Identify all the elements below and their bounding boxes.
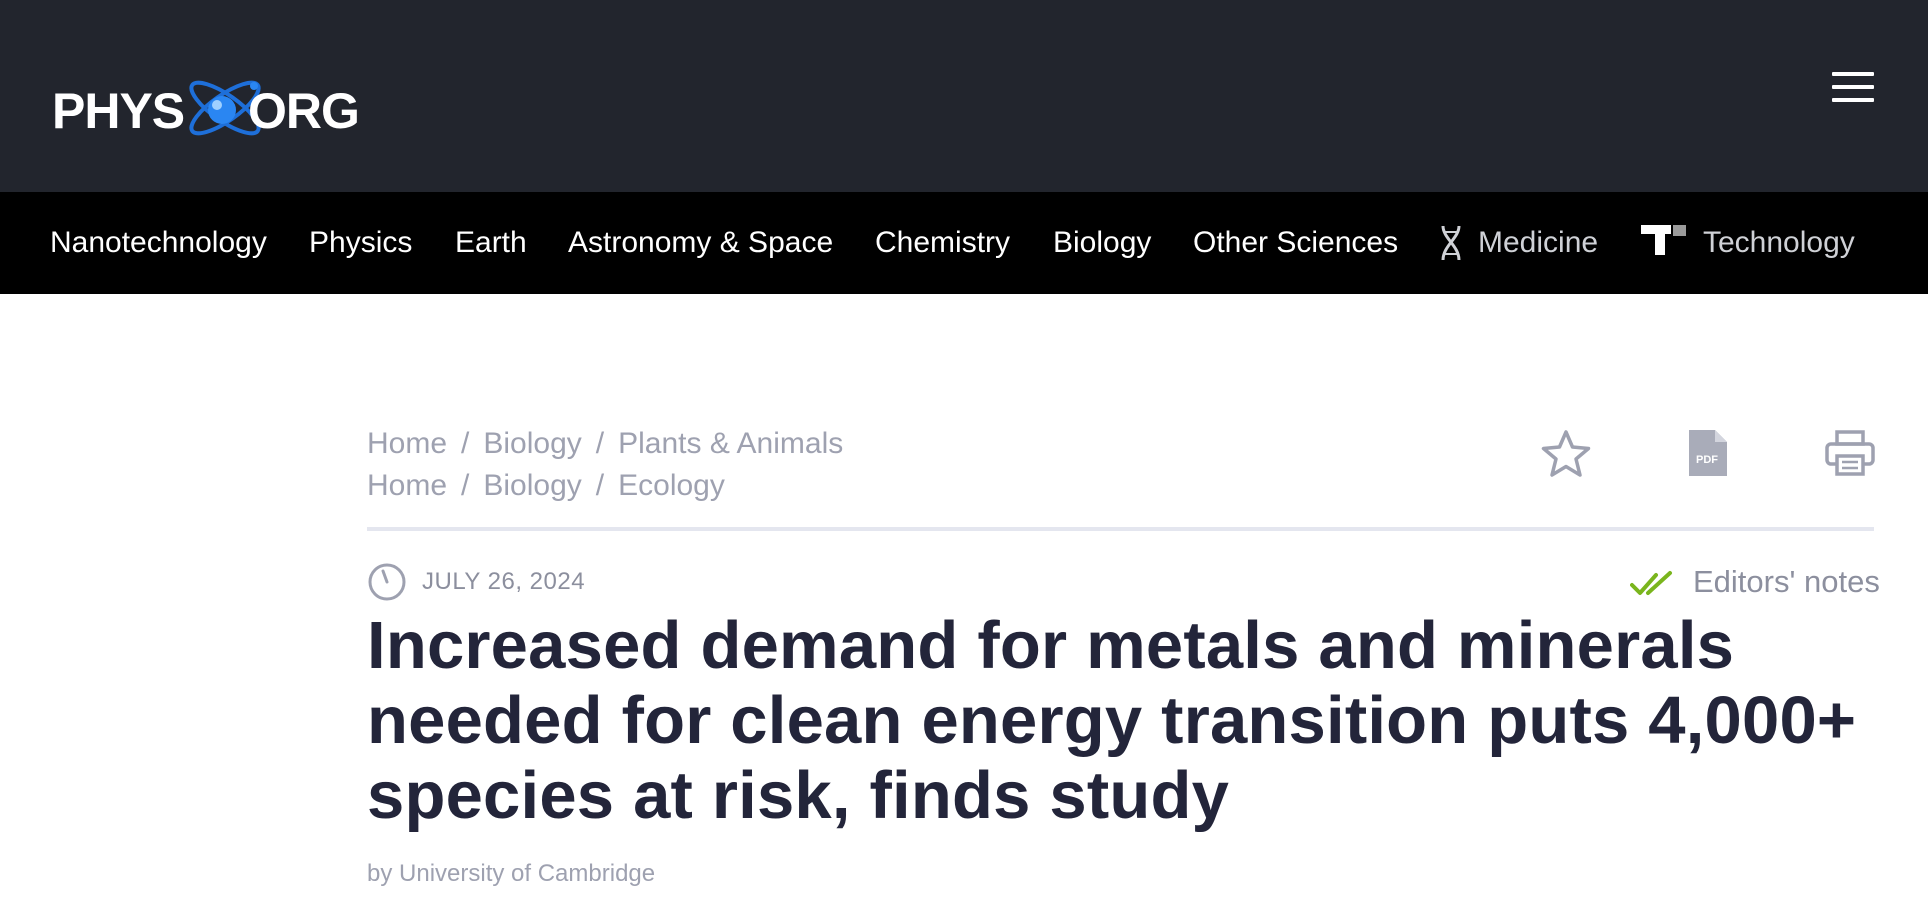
breadcrumb-ecology[interactable]: Ecology bbox=[618, 469, 725, 502]
breadcrumb-separator: / bbox=[461, 469, 470, 502]
tech-logo-icon bbox=[1641, 225, 1686, 255]
nav-item-physics[interactable]: Physics bbox=[309, 192, 412, 294]
nav-item-medicine[interactable]: Medicine bbox=[1478, 192, 1598, 294]
site-logo[interactable]: PHYS ORG bbox=[52, 64, 362, 154]
dna-icon bbox=[1441, 225, 1461, 261]
pdf-label: PDF bbox=[1696, 454, 1718, 466]
breadcrumb-biology[interactable]: Biology bbox=[483, 427, 581, 460]
nav-item-chemistry[interactable]: Chemistry bbox=[875, 192, 1010, 294]
breadcrumb-home[interactable]: Home bbox=[367, 469, 447, 502]
nav-item-technology[interactable]: Technology bbox=[1703, 192, 1855, 294]
editors-notes-label: Editors' notes bbox=[1693, 564, 1880, 599]
breadcrumb-plants-animals[interactable]: Plants & Animals bbox=[618, 427, 843, 460]
breadcrumb: Home / Biology / Ecology bbox=[367, 469, 725, 503]
pdf-icon[interactable]: PDF bbox=[1687, 428, 1729, 478]
site-header: PHYS ORG bbox=[0, 0, 1928, 192]
nav-item-other-sciences[interactable]: Other Sciences bbox=[1193, 192, 1398, 294]
article-byline: by University of Cambridge bbox=[367, 860, 656, 887]
clock-icon bbox=[368, 563, 406, 601]
breadcrumb-biology[interactable]: Biology bbox=[483, 469, 581, 502]
divider bbox=[367, 527, 1874, 531]
breadcrumb-separator: / bbox=[461, 427, 470, 460]
star-icon[interactable] bbox=[1540, 429, 1592, 479]
breadcrumb-home[interactable]: Home bbox=[367, 427, 447, 460]
nav-item-biology[interactable]: Biology bbox=[1053, 192, 1151, 294]
nav-item-nanotechnology[interactable]: Nanotechnology bbox=[50, 192, 267, 294]
article-title: Increased demand for metals and minerals… bbox=[367, 608, 1857, 833]
logo-text-left: PHYS bbox=[52, 83, 185, 139]
nav-item-astronomy-space[interactable]: Astronomy & Space bbox=[568, 192, 833, 294]
breadcrumb-separator: / bbox=[595, 427, 605, 460]
breadcrumb-separator: / bbox=[595, 469, 605, 502]
hamburger-menu-icon[interactable] bbox=[1832, 70, 1874, 104]
double-check-icon bbox=[1630, 571, 1672, 595]
logo-text-right: ORG bbox=[248, 83, 360, 139]
breadcrumb: Home / Biology / Plants & Animals bbox=[367, 427, 843, 461]
date-text: JULY 26, 2024 bbox=[422, 568, 586, 595]
nav-item-earth[interactable]: Earth bbox=[455, 192, 527, 294]
category-nav: Nanotechnology Physics Earth Astronomy &… bbox=[0, 192, 1928, 294]
print-icon[interactable] bbox=[1824, 429, 1876, 477]
